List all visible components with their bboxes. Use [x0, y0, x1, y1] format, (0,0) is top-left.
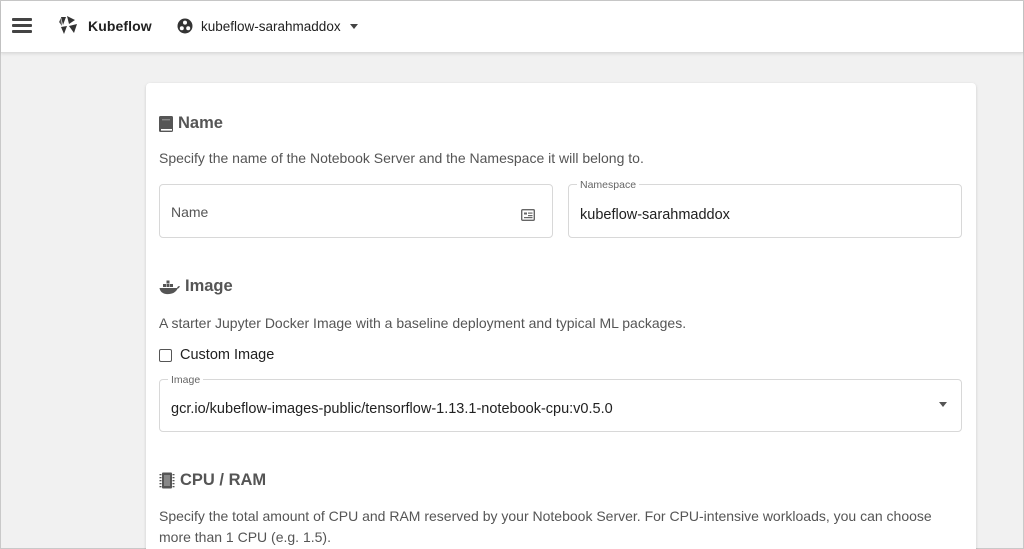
name-section-description: Specify the name of the Notebook Server … — [159, 150, 644, 166]
namespace-field[interactable]: Namespace kubeflow-sarahmaddox — [568, 179, 962, 238]
notebook-form-card: Name Specify the name of the Notebook Se… — [146, 83, 976, 549]
kubeflow-logo[interactable] — [57, 14, 79, 36]
cpu-description-line-1: Specify the total amount of CPU and RAM … — [159, 508, 932, 524]
namespace-field-value: kubeflow-sarahmaddox — [580, 207, 730, 223]
namespace-field-label: Namespace — [577, 179, 640, 191]
image-select[interactable]: Image gcr.io/kubeflow-images-public/tens… — [159, 374, 962, 432]
brand-title[interactable]: Kubeflow — [88, 18, 152, 34]
cpu-section-title-text: CPU / RAM — [180, 471, 267, 489]
image-select-value: gcr.io/kubeflow-images-public/tensorflow… — [171, 401, 613, 417]
namespace-icon — [177, 18, 193, 34]
cpu-description-line-2: more than 1 CPU (e.g. 1.5). — [159, 529, 331, 545]
docker-icon — [159, 280, 180, 294]
chevron-down-icon[interactable] — [939, 402, 947, 407]
name-section-title-text: Name — [178, 114, 223, 132]
image-section-description: A starter Jupyter Docker Image with a ba… — [159, 315, 687, 331]
name-section-title: Name — [159, 114, 223, 133]
cpu-section-title: CPU / RAM — [159, 471, 266, 490]
custom-image-label: Custom Image — [180, 347, 275, 363]
top-app-bar: Kubeflow kubeflow-sarahmaddox — [1, 1, 1023, 53]
namespace-selector-label: kubeflow-sarahmaddox — [201, 18, 341, 34]
image-section-title-text: Image — [185, 277, 233, 295]
custom-image-checkbox[interactable] — [159, 348, 172, 362]
menu-icon[interactable] — [12, 15, 34, 35]
id-card-icon — [521, 209, 535, 221]
name-input-placeholder: Name — [171, 204, 209, 220]
cpu-section-description: Specify the total amount of CPU and RAM … — [159, 506, 932, 548]
memory-chip-icon — [159, 472, 175, 489]
name-input[interactable]: Name — [159, 184, 553, 238]
namespace-selector[interactable]: kubeflow-sarahmaddox — [177, 16, 358, 36]
custom-image-checkbox-row[interactable]: Custom Image — [159, 347, 274, 363]
image-section-title: Image — [159, 277, 233, 296]
caret-down-icon — [349, 24, 358, 29]
book-icon — [159, 115, 173, 132]
image-select-label: Image — [168, 374, 204, 386]
